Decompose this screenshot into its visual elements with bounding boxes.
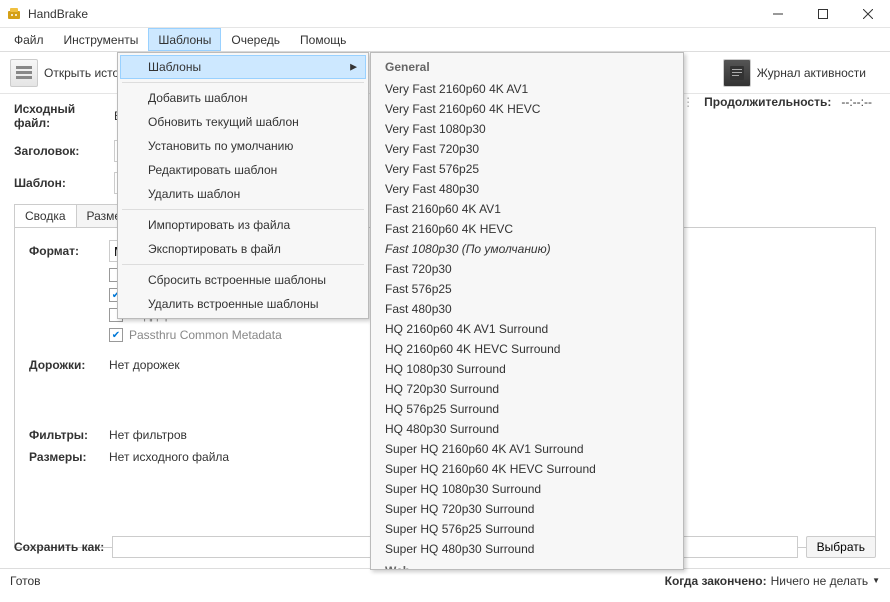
activity-log-icon[interactable] xyxy=(723,59,751,87)
chevron-down-icon[interactable]: ▼ xyxy=(872,576,880,585)
preset-item[interactable]: Super HQ 720p30 Surround xyxy=(371,499,683,519)
submenu-group-general: General xyxy=(371,55,683,79)
open-source-icon[interactable] xyxy=(10,59,38,87)
filters-label: Фильтры: xyxy=(29,428,109,442)
sizes-value: Нет исходного файла xyxy=(109,450,229,464)
menu-queue[interactable]: Очередь xyxy=(221,28,290,51)
format-label: Формат: xyxy=(29,244,109,258)
menu-item-delete-builtin[interactable]: Удалить встроенные шаблоны xyxy=(120,292,366,316)
preset-item[interactable]: HQ 576p25 Surround xyxy=(371,399,683,419)
preset-item[interactable]: Fast 576p25 xyxy=(371,279,683,299)
tracks-value: Нет дорожек xyxy=(109,358,180,372)
filters-value: Нет фильтров xyxy=(109,428,187,442)
when-done-label: Когда закончено: xyxy=(665,574,767,588)
duration-value: --:--:-- xyxy=(841,95,872,109)
sizes-label: Размеры: xyxy=(29,450,109,464)
menu-separator xyxy=(122,82,364,83)
source-file-label: Исходный файл: xyxy=(14,102,114,130)
preset-label: Шаблон: xyxy=(14,176,114,190)
presets-submenu: General Very Fast 2160p60 4K AV1Very Fas… xyxy=(370,52,684,570)
menu-presets[interactable]: Шаблоны xyxy=(148,28,221,51)
minimize-button[interactable] xyxy=(755,0,800,27)
window-controls xyxy=(755,0,890,27)
menu-separator xyxy=(122,264,364,265)
preset-item[interactable]: Very Fast 2160p60 4K HEVC xyxy=(371,99,683,119)
preset-item[interactable]: Very Fast 2160p60 4K AV1 xyxy=(371,79,683,99)
menu-item-add[interactable]: Добавить шаблон xyxy=(120,86,366,110)
menu-item-delete[interactable]: Удалить шаблон xyxy=(120,182,366,206)
menu-file[interactable]: Файл xyxy=(4,28,54,51)
preset-item[interactable]: HQ 720p30 Surround xyxy=(371,379,683,399)
preset-item[interactable]: Super HQ 2160p60 4K AV1 Surround xyxy=(371,439,683,459)
menu-item-set-default[interactable]: Установить по умолчанию xyxy=(120,134,366,158)
menu-item-update[interactable]: Обновить текущий шаблон xyxy=(120,110,366,134)
preset-item[interactable]: Very Fast 480p30 xyxy=(371,179,683,199)
preset-item[interactable]: Fast 720p30 xyxy=(371,259,683,279)
menu-item-import[interactable]: Импортировать из файла xyxy=(120,213,366,237)
title-label: Заголовок: xyxy=(14,144,114,158)
activity-log-label[interactable]: Журнал активности xyxy=(757,66,866,80)
preset-item[interactable]: Very Fast 720p30 xyxy=(371,139,683,159)
preset-item[interactable]: Super HQ 2160p60 4K HEVC Surround xyxy=(371,459,683,479)
submenu-group-web: Web xyxy=(371,559,683,570)
duration-row: ⋮⋮ Продолжительность: --:--:-- xyxy=(670,95,872,109)
statusbar: Готов Когда закончено: Ничего не делать … xyxy=(0,568,890,592)
preset-item[interactable]: Fast 2160p60 4K HEVC xyxy=(371,219,683,239)
menu-separator xyxy=(122,209,364,210)
menu-help[interactable]: Помощь xyxy=(290,28,356,51)
tab-summary[interactable]: Сводка xyxy=(14,204,77,227)
menu-item-presets[interactable]: Шаблоны ▶ xyxy=(120,55,366,79)
close-button[interactable] xyxy=(845,0,890,27)
menu-item-edit[interactable]: Редактировать шаблон xyxy=(120,158,366,182)
menubar: Файл Инструменты Шаблоны Очередь Помощь xyxy=(0,28,890,52)
presets-dropdown: Шаблоны ▶ Добавить шаблон Обновить текущ… xyxy=(117,52,369,319)
tracks-label: Дорожки: xyxy=(29,358,109,372)
preset-item[interactable]: HQ 2160p60 4K HEVC Surround xyxy=(371,339,683,359)
duration-label: Продолжительность: xyxy=(704,95,831,109)
app-title: HandBrake xyxy=(28,7,755,21)
app-icon xyxy=(6,6,22,22)
menu-tools[interactable]: Инструменты xyxy=(54,28,149,51)
checkbox-passthru-label: Passthru Common Metadata xyxy=(129,328,282,342)
menu-item-export[interactable]: Экспортировать в файл xyxy=(120,237,366,261)
preset-item[interactable]: Super HQ 576p25 Surround xyxy=(371,519,683,539)
browse-button[interactable]: Выбрать xyxy=(806,536,876,558)
preset-item[interactable]: HQ 2160p60 4K AV1 Surround xyxy=(371,319,683,339)
preset-item[interactable]: HQ 480p30 Surround xyxy=(371,419,683,439)
maximize-button[interactable] xyxy=(800,0,845,27)
preset-item[interactable]: Very Fast 576p25 xyxy=(371,159,683,179)
checkbox-passthru[interactable] xyxy=(109,328,123,342)
preset-item[interactable]: HQ 1080p30 Surround xyxy=(371,359,683,379)
chevron-right-icon: ▶ xyxy=(350,62,357,73)
preset-item[interactable]: Super HQ 1080p30 Surround xyxy=(371,479,683,499)
preset-item[interactable]: Fast 2160p60 4K AV1 xyxy=(371,199,683,219)
preset-item[interactable]: Fast 1080p30 (По умолчанию) xyxy=(371,239,683,259)
save-as-label: Сохранить как: xyxy=(14,540,104,554)
titlebar: HandBrake xyxy=(0,0,890,28)
preset-item[interactable]: Super HQ 480p30 Surround xyxy=(371,539,683,559)
when-done-value[interactable]: Ничего не делать xyxy=(771,574,869,588)
preset-item[interactable]: Fast 480p30 xyxy=(371,299,683,319)
status-ready: Готов xyxy=(10,574,41,588)
menu-item-reset[interactable]: Сбросить встроенные шаблоны xyxy=(120,268,366,292)
preset-item[interactable]: Very Fast 1080p30 xyxy=(371,119,683,139)
